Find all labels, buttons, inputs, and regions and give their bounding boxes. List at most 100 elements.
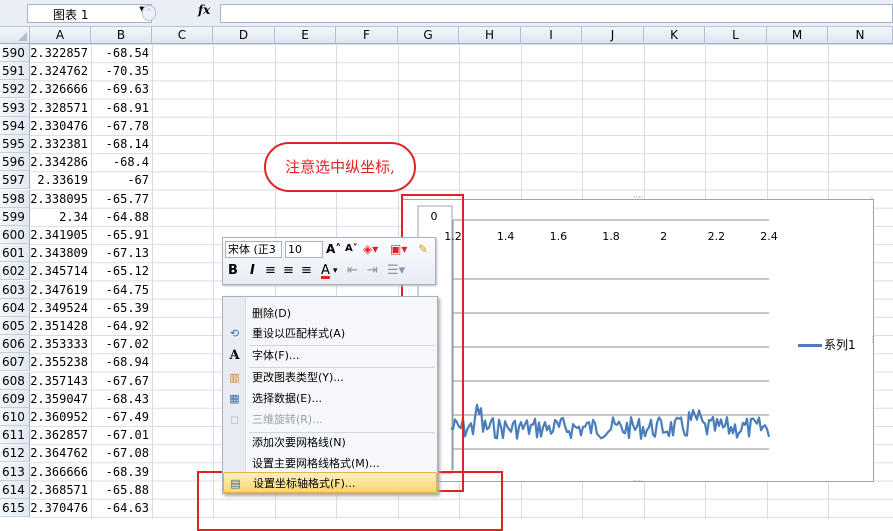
row-header[interactable]: 610 — [0, 408, 30, 426]
column-header-a[interactable]: A — [30, 27, 91, 44]
bold-button[interactable]: B — [228, 262, 238, 280]
cell-b[interactable]: -64.63 — [91, 499, 152, 517]
column-header-j[interactable]: J — [582, 27, 644, 44]
cell-a[interactable]: 2.343809 — [30, 244, 91, 262]
menu-item-format-major-gridlines[interactable]: 设置主要网格线格式(M)... — [223, 453, 437, 474]
font-size-select[interactable]: 10 — [285, 241, 323, 258]
select-all-corner[interactable] — [0, 27, 30, 44]
cell-a[interactable]: 2.345714 — [30, 262, 91, 280]
row-header[interactable]: 611 — [0, 426, 30, 445]
row-header[interactable]: 591 — [0, 62, 30, 81]
row-header[interactable]: 604 — [0, 298, 30, 317]
cell-a[interactable]: 2.370476 — [30, 499, 91, 517]
cell-b[interactable]: -68.43 — [91, 390, 152, 408]
row-header[interactable]: 592 — [0, 80, 30, 99]
cell-b[interactable]: -67 — [91, 171, 152, 189]
menu-item-reset-style[interactable]: ⟲ 重设以匹配样式(A) — [223, 323, 437, 344]
align-left-icon[interactable]: ≡ — [265, 262, 276, 280]
cell-a[interactable]: 2.334286 — [30, 153, 91, 171]
cell-a[interactable]: 2.366666 — [30, 463, 91, 481]
cell-b[interactable]: -67.01 — [91, 426, 152, 444]
fill-color-icon[interactable]: ◈▾ — [363, 241, 378, 259]
cell-a[interactable]: 2.347619 — [30, 281, 91, 299]
column-header-i[interactable]: I — [521, 27, 582, 44]
line-color-icon[interactable]: ▣▾ — [390, 241, 407, 259]
menu-item-select-data[interactable]: ▦ 选择数据(E)... — [223, 388, 437, 409]
row-header[interactable]: 607 — [0, 353, 30, 372]
cell-a[interactable]: 2.357143 — [30, 372, 91, 390]
row-header[interactable]: 593 — [0, 98, 30, 117]
align-center-icon[interactable]: ≡ — [283, 262, 294, 280]
row-header[interactable]: 613 — [0, 462, 30, 481]
column-header-b[interactable]: B — [91, 27, 152, 44]
row-header[interactable]: 590 — [0, 44, 30, 62]
decrease-indent-icon[interactable]: ⇤ — [347, 262, 358, 280]
row-header[interactable]: 603 — [0, 280, 30, 299]
column-header-c[interactable]: C — [152, 27, 213, 44]
cell-b[interactable]: -68.4 — [91, 153, 152, 171]
bullets-icon[interactable]: ☰▾ — [387, 262, 405, 280]
cell-b[interactable]: -65.39 — [91, 299, 152, 317]
increase-indent-icon[interactable]: ⇥ — [367, 262, 378, 280]
cell-b[interactable]: -67.67 — [91, 372, 152, 390]
italic-button[interactable]: I — [250, 262, 255, 280]
column-header-g[interactable]: G — [398, 27, 459, 44]
column-header-l[interactable]: L — [705, 27, 767, 44]
menu-item-add-minor-gridlines[interactable]: 添加次要网格线(N) — [223, 432, 437, 453]
cell-b[interactable]: -64.92 — [91, 317, 152, 335]
cell-a[interactable]: 2.338095 — [30, 190, 91, 208]
cell-b[interactable]: -64.75 — [91, 281, 152, 299]
column-header-d[interactable]: D — [213, 27, 275, 44]
cell-b[interactable]: -67.02 — [91, 335, 152, 353]
column-header-e[interactable]: E — [275, 27, 336, 44]
cell-b[interactable]: -68.91 — [91, 99, 152, 117]
cell-a[interactable]: 2.330476 — [30, 117, 91, 135]
column-header-k[interactable]: K — [644, 27, 705, 44]
column-header-n[interactable]: N — [828, 27, 893, 44]
expand-icon[interactable]: ◦ — [142, 5, 156, 21]
row-header[interactable]: 608 — [0, 371, 30, 390]
column-header-m[interactable]: M — [767, 27, 828, 44]
row-header[interactable]: 602 — [0, 262, 30, 281]
cell-a[interactable]: 2.351428 — [30, 317, 91, 335]
cell-b[interactable]: -68.39 — [91, 463, 152, 481]
cell-a[interactable]: 2.349524 — [30, 299, 91, 317]
font-color-button[interactable]: A — [321, 262, 330, 280]
cell-a[interactable]: 2.34 — [30, 208, 91, 226]
grow-font-icon[interactable]: A˄ — [326, 241, 341, 259]
row-header[interactable]: 599 — [0, 207, 30, 226]
align-right-icon[interactable]: ≡ — [301, 262, 312, 280]
row-header[interactable]: 601 — [0, 244, 30, 263]
cell-b[interactable]: -64.88 — [91, 208, 152, 226]
cell-a[interactable]: 2.362857 — [30, 426, 91, 444]
column-header-h[interactable]: H — [459, 27, 521, 44]
row-header[interactable]: 597 — [0, 171, 30, 190]
cell-b[interactable]: -68.94 — [91, 353, 152, 371]
cell-a[interactable]: 2.359047 — [30, 390, 91, 408]
cell-a[interactable]: 2.355238 — [30, 353, 91, 371]
menu-item-format-axis[interactable]: ▤ 设置坐标轴格式(F)... — [223, 472, 437, 493]
row-header[interactable]: 595 — [0, 135, 30, 153]
format-painter-icon[interactable]: ✎ — [418, 241, 428, 259]
row-header[interactable]: 598 — [0, 189, 30, 208]
column-header-f[interactable]: F — [336, 27, 398, 44]
font-select[interactable]: 宋体 (正3 — [225, 241, 282, 258]
cell-a[interactable]: 2.326666 — [30, 80, 91, 98]
cell-a[interactable]: 2.364762 — [30, 444, 91, 462]
row-header[interactable]: 596 — [0, 153, 30, 172]
chart-legend[interactable]: 系列1 — [798, 336, 856, 353]
cell-b[interactable]: -70.35 — [91, 62, 152, 80]
row-header[interactable]: 605 — [0, 317, 30, 335]
cell-a[interactable]: 2.368571 — [30, 481, 91, 499]
row-header[interactable]: 609 — [0, 389, 30, 408]
formula-input[interactable] — [220, 4, 893, 23]
cell-a[interactable]: 2.341905 — [30, 226, 91, 244]
menu-item-delete[interactable]: 删除(D) — [223, 303, 437, 324]
cell-a[interactable]: 2.332381 — [30, 135, 91, 153]
insert-function-button[interactable]: fx — [198, 3, 210, 17]
cell-b[interactable]: -68.54 — [91, 44, 152, 62]
cell-b[interactable]: -65.12 — [91, 262, 152, 280]
row-header[interactable]: 594 — [0, 116, 30, 135]
cell-b[interactable]: -69.63 — [91, 80, 152, 98]
chevron-down-icon[interactable]: ▾ — [333, 262, 338, 280]
